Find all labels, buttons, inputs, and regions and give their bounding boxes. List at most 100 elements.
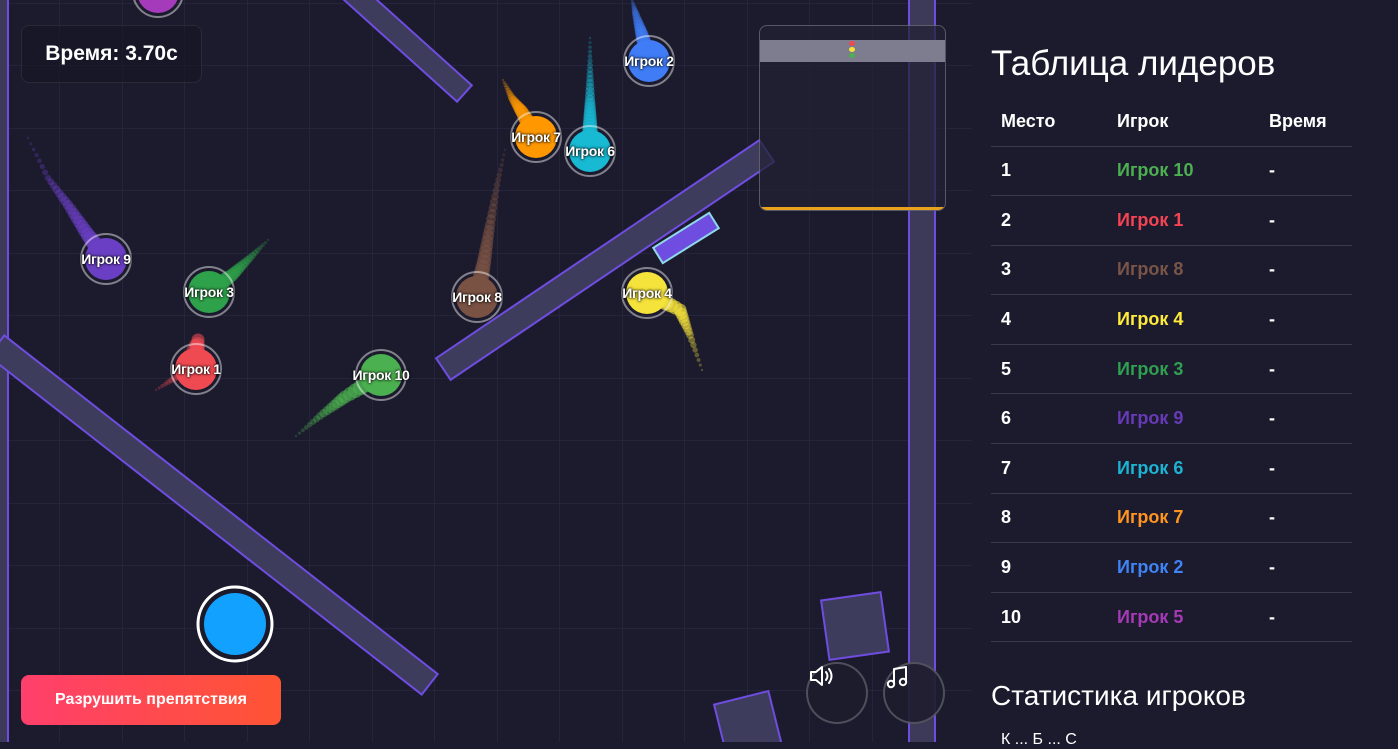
row-time: - bbox=[1259, 443, 1352, 494]
trail-dot bbox=[31, 147, 36, 152]
player-label: Игрок 7 bbox=[511, 129, 561, 145]
header-player: Игрок bbox=[1107, 98, 1259, 147]
trail-dot bbox=[157, 386, 161, 390]
header-place: Место bbox=[991, 98, 1107, 147]
row-time: - bbox=[1259, 294, 1352, 345]
row-place: 6 bbox=[991, 393, 1107, 445]
trail-dot bbox=[29, 142, 33, 146]
trail-dot bbox=[498, 167, 503, 173]
trail-dot bbox=[294, 434, 298, 438]
leaderboard-row: 8 Игрок 7- bbox=[991, 493, 1352, 544]
leaderboard-row: 10 Игрок 5- bbox=[991, 592, 1352, 643]
player-label: Игрок 8 bbox=[452, 289, 502, 305]
leaderboard-row: 2 Игрок 1- bbox=[991, 195, 1352, 246]
row-time: - bbox=[1259, 146, 1352, 197]
stats-header-row: К ... Б ... С bbox=[1001, 731, 1077, 748]
side-panel: Таблица лидеров Место Игрок Время 1 Игрок… bbox=[972, 0, 1398, 748]
destroy-obstacles-button[interactable]: Разрушить препятствия bbox=[21, 675, 281, 725]
trail-dot bbox=[499, 162, 504, 168]
row-player: Игрок 2 bbox=[1107, 542, 1259, 593]
row-place: 7 bbox=[991, 443, 1107, 494]
trail-dot bbox=[39, 163, 45, 170]
speaker-icon bbox=[810, 666, 833, 686]
trail-dot bbox=[34, 153, 39, 158]
row-player: Игрок 4 bbox=[1107, 294, 1259, 345]
stats-title: Статистика игроков bbox=[991, 680, 1246, 711]
minimap-player-markers bbox=[848, 41, 856, 59]
player-label: Игрок 6 bbox=[565, 143, 615, 159]
trail-dot bbox=[500, 158, 505, 162]
row-player: Игрок 9 bbox=[1107, 393, 1259, 445]
minimap-finish-line bbox=[760, 207, 945, 210]
trail-dot bbox=[493, 181, 501, 189]
trail-dot bbox=[587, 49, 593, 54]
row-place: 5 bbox=[991, 344, 1107, 395]
trail-dot bbox=[496, 172, 502, 178]
header-time: Время bbox=[1259, 98, 1352, 147]
row-player: Игрок 10 bbox=[1107, 146, 1259, 197]
trail-dot bbox=[154, 388, 158, 392]
music-toggle-button[interactable] bbox=[883, 662, 945, 724]
row-player: Игрок 8 bbox=[1107, 245, 1259, 296]
trail-dot bbox=[587, 53, 593, 59]
row-time: - bbox=[1259, 542, 1352, 593]
trail-dot bbox=[698, 363, 702, 367]
trail-dot bbox=[588, 45, 592, 49]
minimap bbox=[759, 25, 946, 211]
trail-dot bbox=[694, 352, 700, 358]
spawner-ball[interactable] bbox=[196, 585, 274, 663]
leaderboard-row: 1 Игрок 10- bbox=[991, 146, 1352, 197]
player-label: Игрок 10 bbox=[352, 367, 410, 383]
music-note-icon bbox=[886, 666, 908, 689]
row-player: Игрок 6 bbox=[1107, 443, 1259, 494]
trail-dot bbox=[300, 428, 305, 433]
leaderboard-header-row: Место Игрок Время bbox=[991, 98, 1352, 147]
row-time: - bbox=[1259, 344, 1352, 395]
row-place: 3 bbox=[991, 245, 1107, 296]
sound-toggle-button[interactable] bbox=[806, 662, 868, 724]
leaderboard-row: 9 Игрок 2- bbox=[991, 542, 1352, 593]
trail-dot bbox=[502, 153, 506, 157]
player-label: Игрок 2 bbox=[624, 53, 674, 69]
timer-display: Время: 3.70с bbox=[21, 25, 202, 83]
row-player: Игрок 5 bbox=[1107, 592, 1259, 643]
row-place: 9 bbox=[991, 542, 1107, 593]
player-label: Игрок 3 bbox=[184, 284, 234, 300]
trail-dot bbox=[37, 158, 42, 164]
trail-dot bbox=[503, 148, 507, 152]
leaderboard-row: 5 Игрок 3- bbox=[991, 344, 1352, 395]
row-time: - bbox=[1259, 245, 1352, 296]
trail-dot bbox=[700, 368, 704, 372]
leaderboard-title: Таблица лидеров bbox=[991, 44, 1276, 83]
row-player: Игрок 3 bbox=[1107, 344, 1259, 395]
trail-dot bbox=[266, 238, 270, 242]
trail-dot bbox=[501, 78, 505, 82]
trail-dot bbox=[42, 169, 49, 176]
leaderboard-table: Место Игрок Время 1 Игрок 10-2 Игрок 1-3 Иг… bbox=[991, 98, 1352, 643]
row-player: Игрок 7 bbox=[1107, 493, 1259, 544]
row-place: 10 bbox=[991, 592, 1107, 643]
row-player: Игрок 1 bbox=[1107, 195, 1259, 246]
game-area[interactable]: Игрок 9 Игрок 3 Игрок 1 Игрок 10 Игрок 8 Игро… bbox=[0, 0, 972, 742]
leaderboard-row: 4 Игрок 4- bbox=[991, 294, 1352, 345]
row-place: 2 bbox=[991, 195, 1107, 246]
row-time: - bbox=[1259, 592, 1352, 643]
trail-dot bbox=[588, 36, 592, 40]
obstacle-square-1 bbox=[819, 590, 891, 662]
row-time: - bbox=[1259, 393, 1352, 445]
row-place: 1 bbox=[991, 146, 1107, 197]
trail-dot bbox=[588, 41, 592, 45]
trail-dot bbox=[263, 240, 268, 245]
trail-dot bbox=[297, 431, 302, 435]
trail-dot bbox=[26, 136, 30, 140]
row-time: - bbox=[1259, 195, 1352, 246]
leaderboard-row: 7 Игрок 6- bbox=[991, 443, 1352, 494]
row-time: - bbox=[1259, 493, 1352, 544]
row-place: 4 bbox=[991, 294, 1107, 345]
trail-dot bbox=[696, 358, 701, 362]
row-place: 8 bbox=[991, 493, 1107, 544]
player-label: Игрок 4 bbox=[622, 285, 672, 301]
leaderboard-row: 3 Игрок 8- bbox=[991, 245, 1352, 296]
player-label: Игрок 1 bbox=[171, 361, 221, 377]
leaderboard-row: 6 Игрок 9- bbox=[991, 393, 1352, 445]
